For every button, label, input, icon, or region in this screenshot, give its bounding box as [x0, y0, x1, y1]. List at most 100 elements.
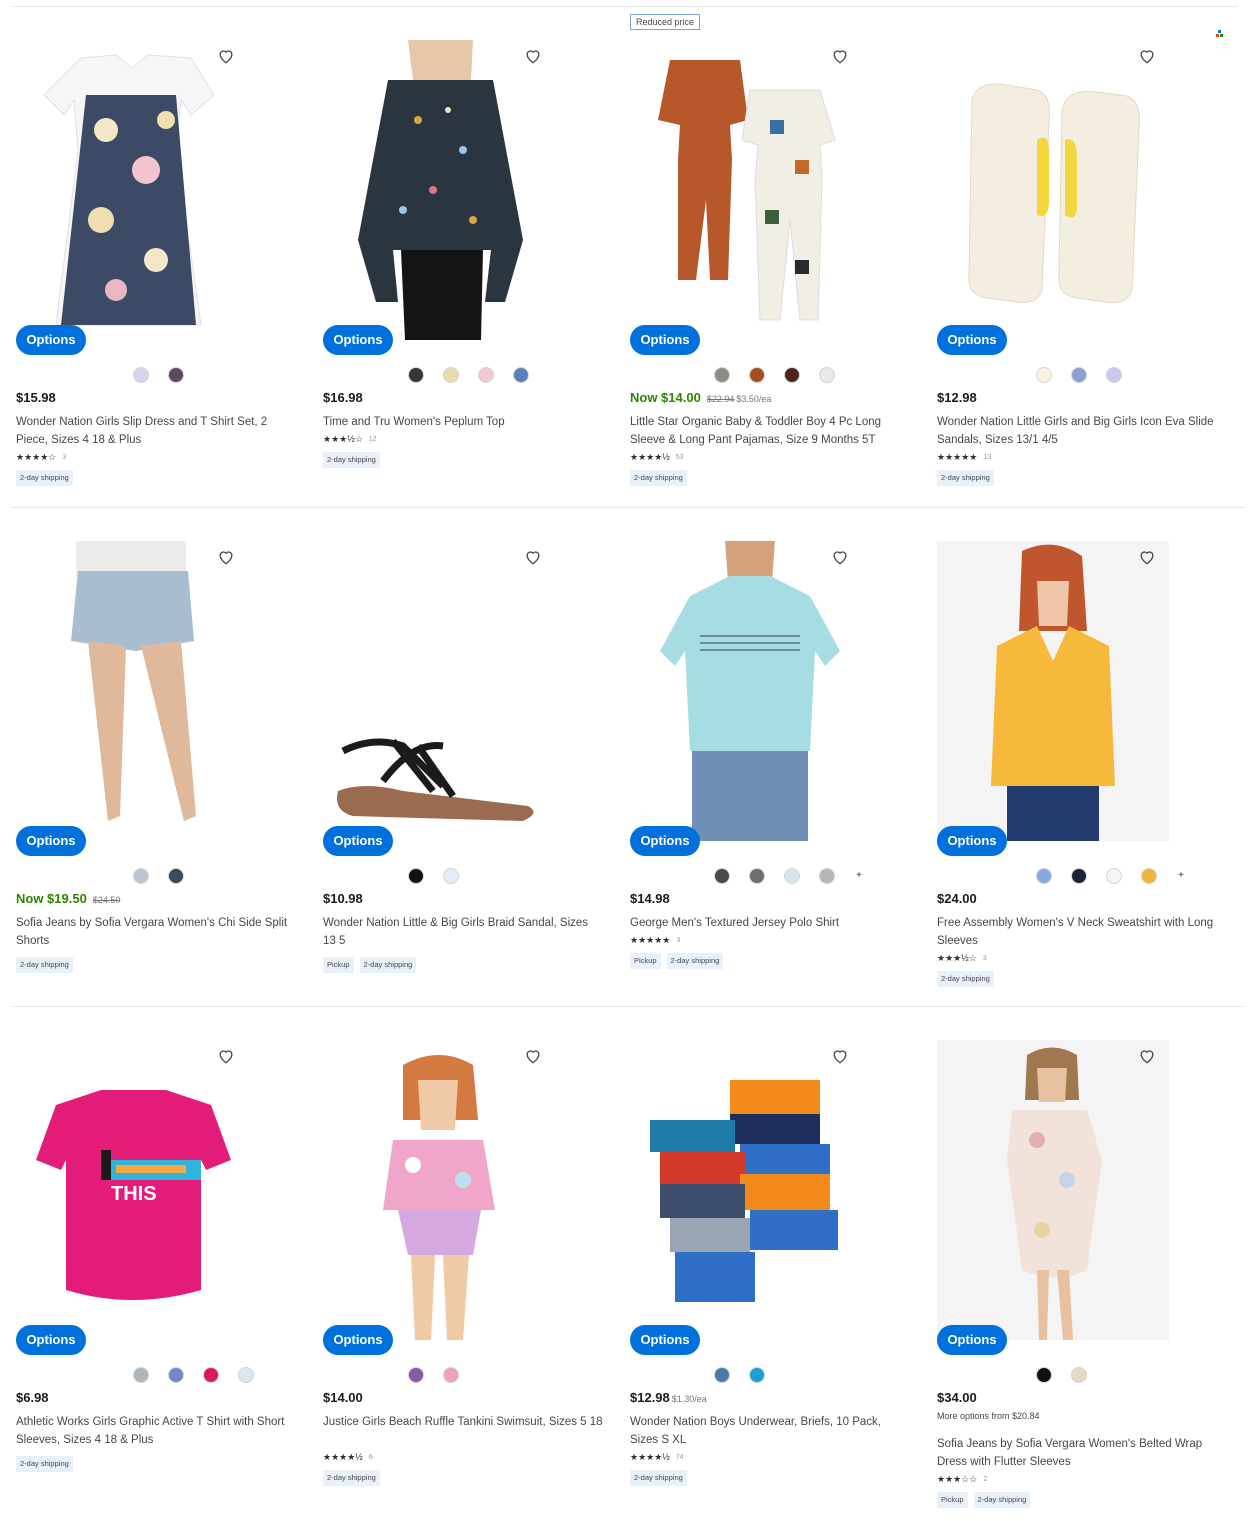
fulfillment-badges: Pickup 2-day shipping: [630, 953, 724, 969]
product-title[interactable]: Athletic Works Girls Graphic Active T Sh…: [16, 1413, 296, 1449]
color-swatch[interactable]: [168, 1367, 184, 1383]
color-swatch[interactable]: [238, 1367, 254, 1383]
color-swatch[interactable]: [714, 868, 730, 884]
options-button[interactable]: Options: [323, 325, 393, 355]
favorite-heart-icon[interactable]: [523, 46, 543, 66]
unit-price: $1.30/ea: [671, 1394, 707, 1404]
price: $12.98 $1.30/ea: [630, 1390, 707, 1405]
color-swatch[interactable]: [443, 367, 459, 383]
color-swatch[interactable]: [784, 868, 800, 884]
color-swatch[interactable]: [1071, 1367, 1087, 1383]
favorite-heart-icon[interactable]: [1137, 46, 1157, 66]
rating: ★★★★½ 6: [323, 1452, 373, 1462]
product-title[interactable]: George Men's Textured Jersey Polo Shirt: [630, 914, 910, 932]
product-image[interactable]: [323, 541, 555, 841]
options-button[interactable]: Options: [630, 325, 700, 355]
product-image[interactable]: [323, 1040, 555, 1340]
product-title[interactable]: Little Star Organic Baby & Toddler Boy 4…: [630, 413, 910, 449]
color-swatch[interactable]: [819, 868, 835, 884]
color-swatch[interactable]: [1071, 367, 1087, 383]
color-swatches: [408, 1366, 459, 1384]
product-title[interactable]: Free Assembly Women's V Neck Sweatshirt …: [937, 914, 1217, 950]
options-button[interactable]: Options: [323, 826, 393, 856]
fulfillment-badge: Pickup: [323, 957, 354, 973]
more-colors-icon[interactable]: +: [1176, 868, 1186, 884]
color-swatch[interactable]: [1036, 367, 1052, 383]
product-title[interactable]: Sofia Jeans by Sofia Vergara Women's Bel…: [937, 1435, 1217, 1471]
color-swatch[interactable]: [168, 367, 184, 383]
color-swatch[interactable]: [1141, 868, 1157, 884]
product-image[interactable]: [937, 40, 1169, 340]
color-swatches: +: [1036, 867, 1186, 885]
product-image[interactable]: [630, 1040, 862, 1340]
product-image[interactable]: [937, 1040, 1169, 1340]
favorite-heart-icon[interactable]: [216, 46, 236, 66]
color-swatch[interactable]: [443, 1367, 459, 1383]
product-title[interactable]: Time and Tru Women's Peplum Top: [323, 413, 603, 431]
options-button[interactable]: Options: [630, 1325, 700, 1355]
color-swatch[interactable]: [203, 1367, 219, 1383]
product-image[interactable]: [323, 40, 555, 340]
color-swatch[interactable]: [749, 868, 765, 884]
favorite-heart-icon[interactable]: [1137, 1046, 1157, 1066]
color-swatch[interactable]: [408, 1367, 424, 1383]
color-swatch[interactable]: [133, 868, 149, 884]
favorite-heart-icon[interactable]: [523, 1046, 543, 1066]
color-swatch[interactable]: [513, 367, 529, 383]
favorite-heart-icon[interactable]: [830, 46, 850, 66]
color-swatch[interactable]: [819, 367, 835, 383]
color-swatch[interactable]: [478, 367, 494, 383]
product-title[interactable]: Wonder Nation Boys Underwear, Briefs, 10…: [630, 1413, 910, 1449]
options-button[interactable]: Options: [630, 826, 700, 856]
color-swatch[interactable]: [784, 367, 800, 383]
product-image[interactable]: [630, 40, 862, 340]
options-button[interactable]: Options: [16, 325, 86, 355]
options-button[interactable]: Options: [937, 826, 1007, 856]
favorite-heart-icon[interactable]: [216, 547, 236, 567]
color-swatch[interactable]: [1036, 868, 1052, 884]
color-swatch[interactable]: [714, 367, 730, 383]
favorite-heart-icon[interactable]: [830, 1046, 850, 1066]
product-title[interactable]: Wonder Nation Little & Big Girls Braid S…: [323, 914, 603, 950]
more-colors-icon[interactable]: +: [854, 868, 864, 884]
color-swatch[interactable]: [1106, 367, 1122, 383]
options-button[interactable]: Options: [937, 1325, 1007, 1355]
favorite-heart-icon[interactable]: [1137, 547, 1157, 567]
color-swatch[interactable]: [443, 868, 459, 884]
color-swatch[interactable]: [408, 868, 424, 884]
rating-stars: ★★★☆☆: [937, 1474, 978, 1484]
product-title[interactable]: Wonder Nation Girls Slip Dress and T Shi…: [16, 413, 296, 449]
options-button[interactable]: Options: [937, 325, 1007, 355]
color-swatch[interactable]: [749, 1367, 765, 1383]
current-price: $24.00: [937, 891, 977, 906]
options-button[interactable]: Options: [16, 1325, 86, 1355]
color-swatches: [408, 867, 459, 885]
color-swatch[interactable]: [408, 367, 424, 383]
options-button[interactable]: Options: [16, 826, 86, 856]
color-swatch[interactable]: [133, 1367, 149, 1383]
review-count: 3: [676, 936, 681, 944]
product-image[interactable]: THIS: [16, 1040, 248, 1340]
color-swatch[interactable]: [1071, 868, 1087, 884]
favorite-heart-icon[interactable]: [523, 547, 543, 567]
rating-stars: ★★★★★: [937, 452, 978, 462]
favorite-heart-icon[interactable]: [216, 1046, 236, 1066]
product-title[interactable]: Justice Girls Beach Ruffle Tankini Swims…: [323, 1413, 603, 1431]
product-title[interactable]: Wonder Nation Little Girls and Big Girls…: [937, 413, 1217, 449]
product-image[interactable]: [16, 541, 248, 841]
favorite-heart-icon[interactable]: [830, 547, 850, 567]
product-image[interactable]: [630, 541, 862, 841]
options-button[interactable]: Options: [323, 1325, 393, 1355]
product-image[interactable]: [16, 40, 248, 340]
color-swatch[interactable]: [749, 367, 765, 383]
color-swatch[interactable]: [714, 1367, 730, 1383]
rating: ★★★★★ 13: [937, 452, 991, 462]
color-swatch[interactable]: [1036, 1367, 1052, 1383]
color-swatch[interactable]: [133, 367, 149, 383]
color-swatch[interactable]: [1106, 868, 1122, 884]
product-image[interactable]: [937, 541, 1169, 841]
color-swatch[interactable]: [168, 868, 184, 884]
row-divider: [12, 1006, 1244, 1007]
more-options-text[interactable]: More options from $20.84: [937, 1411, 1040, 1421]
product-title[interactable]: Sofia Jeans by Sofia Vergara Women's Chi…: [16, 914, 296, 950]
